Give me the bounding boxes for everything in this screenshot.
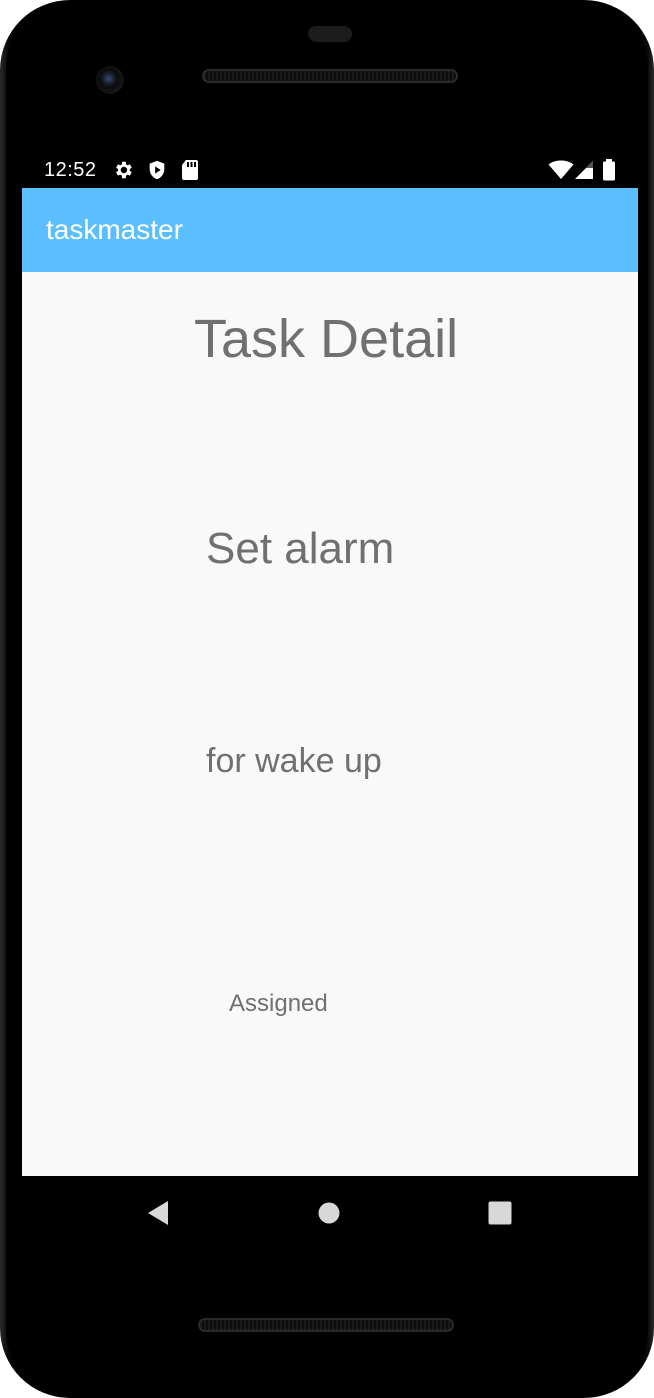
home-icon[interactable] (317, 1200, 343, 1226)
task-detail-screen: Task Detail Set alarm for wake up Assign… (22, 272, 638, 1176)
wifi-icon (548, 160, 574, 185)
sd-card-icon (180, 159, 200, 186)
top-sensor (308, 26, 352, 42)
status-time: 12:52 (44, 159, 97, 181)
recents-icon[interactable] (487, 1200, 513, 1226)
task-state: Assigned (229, 990, 328, 1017)
task-title: Set alarm (206, 524, 395, 573)
app-bar: taskmaster (22, 188, 638, 272)
navigation-bar (22, 1176, 638, 1248)
gear-icon (112, 159, 134, 186)
back-icon[interactable] (146, 1200, 172, 1226)
status-bar: 12:52 (22, 152, 638, 188)
shield-play-icon (146, 159, 168, 186)
page-title: Task Detail (194, 309, 459, 369)
task-description: for wake up (206, 742, 382, 780)
signal-icon (574, 160, 594, 185)
front-camera (96, 66, 124, 94)
phone-frame: 12:52 taskmaster Task Detail Set alarm f… (0, 0, 654, 1398)
bottom-speaker (198, 1318, 454, 1332)
top-speaker (202, 69, 458, 83)
battery-icon (602, 159, 616, 186)
app-title: taskmaster (46, 214, 183, 245)
